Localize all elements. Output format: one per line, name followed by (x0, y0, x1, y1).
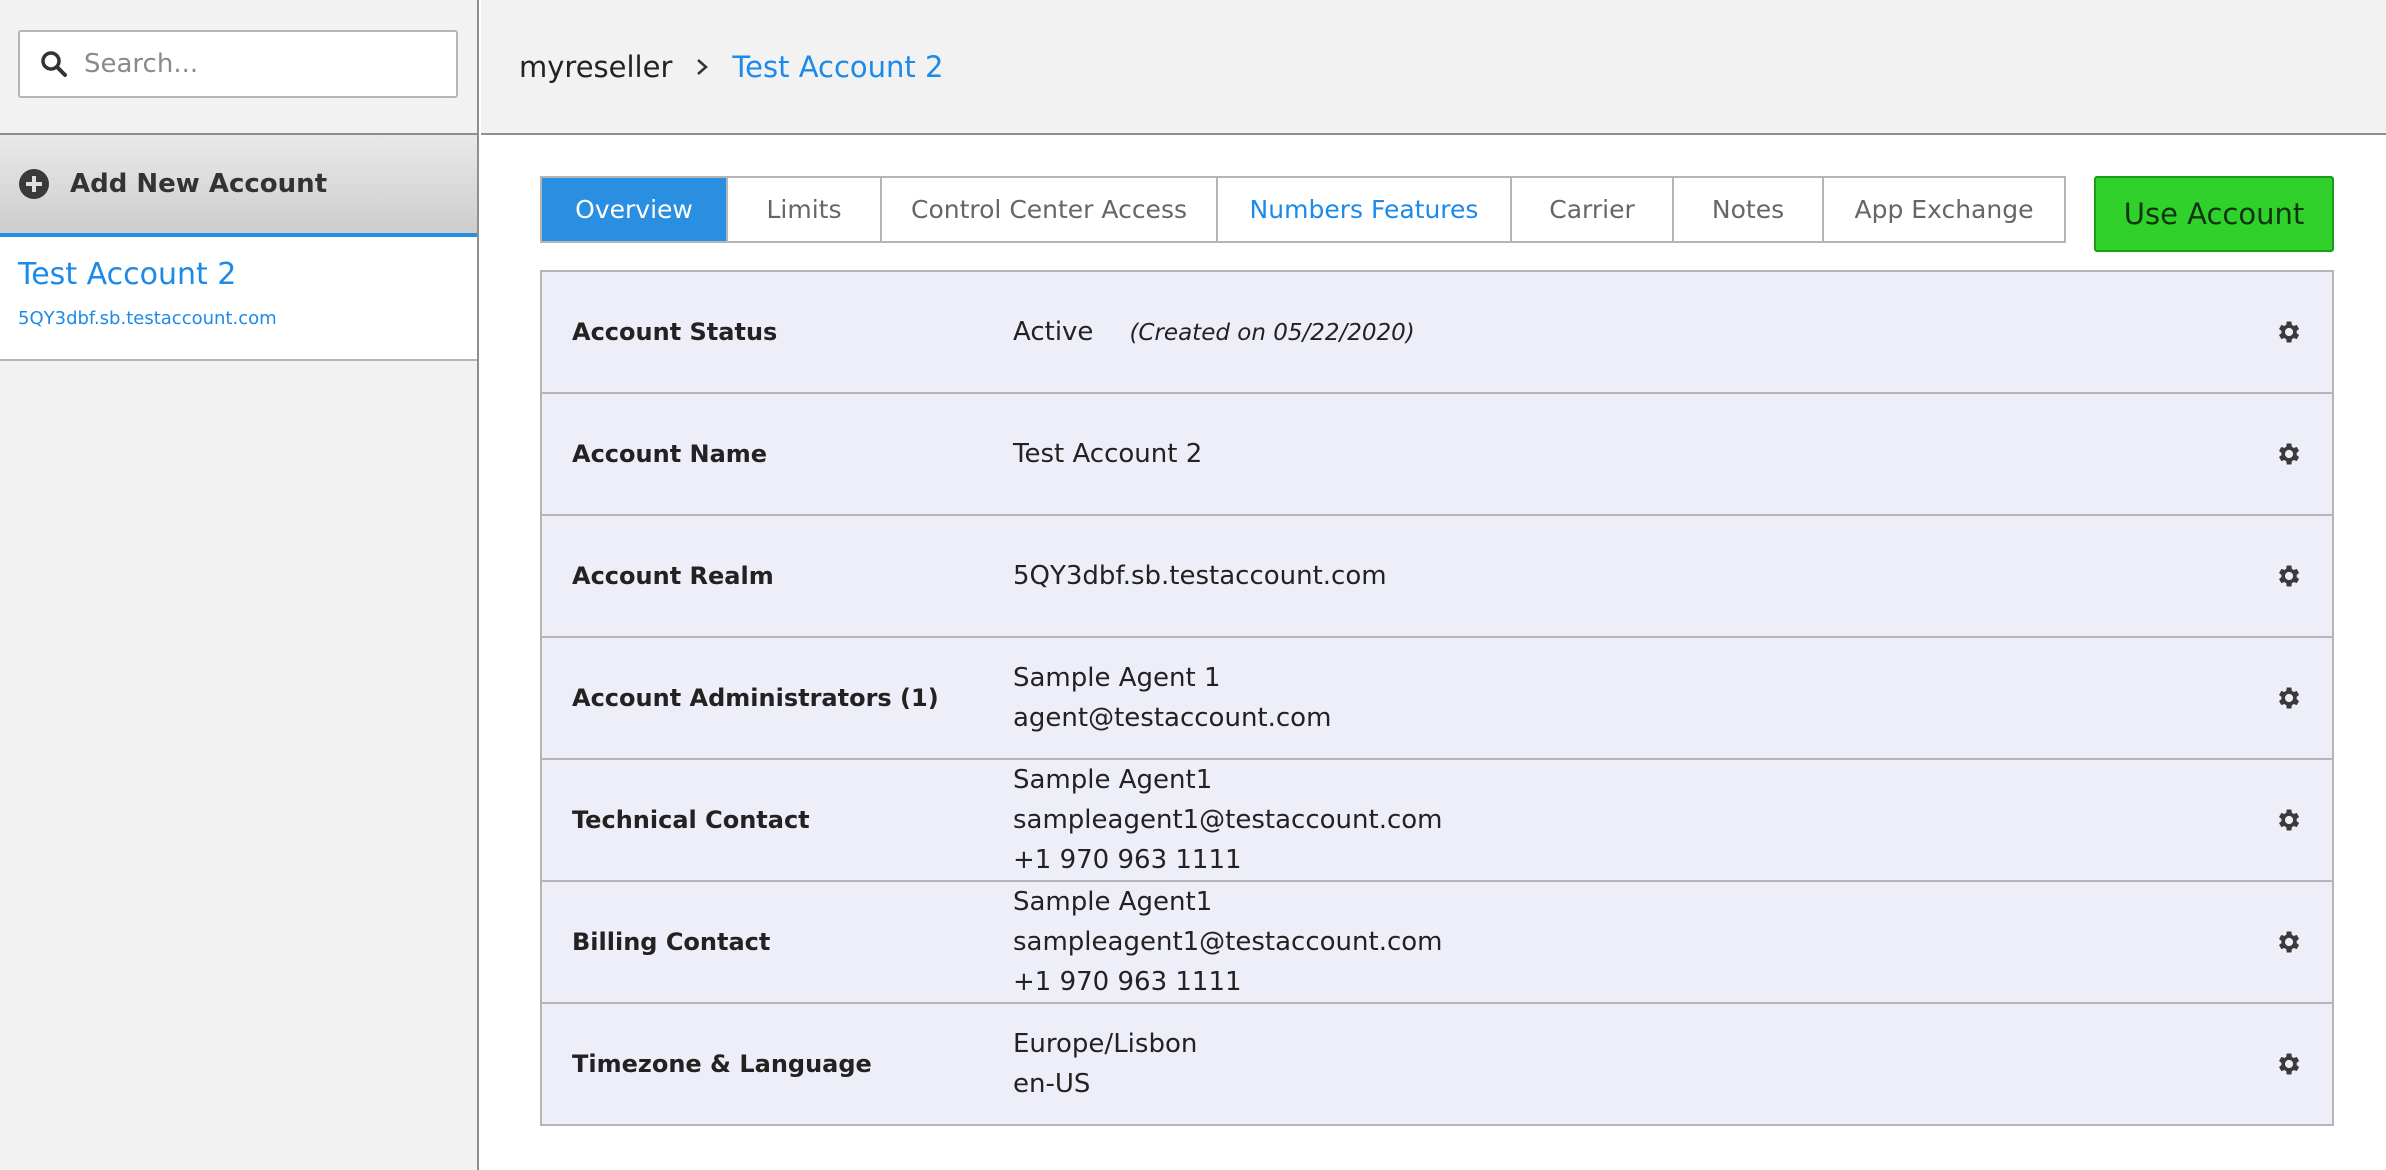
technical-contact-phone: +1 970 963 1111 (1013, 845, 1242, 875)
gear-icon[interactable] (2274, 684, 2302, 712)
plus-circle-icon (18, 168, 50, 200)
row-label: Billing Contact (572, 928, 771, 956)
row-label: Account Name (572, 440, 768, 468)
row-value: Europe/Lisbon en-US (1013, 1024, 1197, 1104)
add-new-account-button[interactable]: Add New Account (0, 135, 477, 237)
admin-email: agent@testaccount.com (1013, 703, 1332, 733)
tab-limits[interactable]: Limits (728, 178, 882, 241)
tab-numbers-features[interactable]: Numbers Features (1218, 178, 1512, 241)
technical-contact-email: sampleagent1@testaccount.com (1013, 805, 1443, 835)
breadcrumb-current[interactable]: Test Account 2 (732, 50, 943, 84)
detail-row-timezone-language: Timezone & Language Europe/Lisbon en-US (542, 1004, 2332, 1124)
row-label: Account Status (572, 318, 778, 346)
row-value: Sample Agent1 sampleagent1@testaccount.c… (1013, 882, 1442, 1002)
detail-row-account-name: Account Name Test Account 2 (542, 394, 2332, 516)
created-date: (Created on 05/22/2020) (1129, 319, 1415, 346)
breadcrumb: myreseller Test Account 2 (481, 0, 2386, 135)
timezone-value: Europe/Lisbon (1013, 1029, 1198, 1059)
detail-row-technical-contact: Technical Contact Sample Agent1 sampleag… (542, 760, 2332, 882)
technical-contact-name: Sample Agent1 (1013, 765, 1213, 795)
row-label: Timezone & Language (572, 1050, 872, 1078)
search-icon (34, 44, 74, 84)
row-value: Sample Agent 1 agent@testaccount.com (1013, 658, 1331, 738)
gear-icon[interactable] (2274, 806, 2302, 834)
row-label: Technical Contact (572, 806, 810, 834)
search-input[interactable] (84, 49, 454, 79)
gear-icon[interactable] (2274, 928, 2302, 956)
gear-icon[interactable] (2274, 440, 2302, 468)
chevron-right-icon (692, 57, 712, 77)
billing-contact-name: Sample Agent1 (1013, 887, 1213, 917)
row-value: Active (Created on 05/22/2020) (1013, 312, 1415, 353)
search-area (0, 0, 477, 135)
account-realm-value: 5QY3dbf.sb.testaccount.com (1013, 561, 1387, 591)
language-value: en-US (1013, 1069, 1091, 1099)
account-status-value: Active (1013, 316, 1094, 347)
account-name-value: Test Account 2 (1013, 439, 1203, 469)
breadcrumb-root[interactable]: myreseller (519, 50, 672, 84)
gear-icon[interactable] (2274, 1050, 2302, 1078)
use-account-button[interactable]: Use Account (2094, 176, 2334, 252)
gear-icon[interactable] (2274, 318, 2302, 346)
gear-icon[interactable] (2274, 562, 2302, 590)
search-box[interactable] (18, 30, 458, 98)
detail-row-account-status: Account Status Active (Created on 05/22/2… (542, 272, 2332, 394)
tab-bar: Overview Limits Control Center Access Nu… (540, 176, 2066, 243)
tab-carrier[interactable]: Carrier (1512, 178, 1674, 241)
detail-row-account-realm: Account Realm 5QY3dbf.sb.testaccount.com (542, 516, 2332, 638)
row-label: Account Realm (572, 562, 774, 590)
tab-app-exchange[interactable]: App Exchange (1824, 178, 2064, 241)
billing-contact-phone: +1 970 963 1111 (1013, 967, 1242, 997)
sidebar-account-item[interactable]: Test Account 2 5QY3dbf.sb.testaccount.co… (0, 237, 477, 361)
add-new-account-label: Add New Account (70, 169, 328, 199)
row-label: Account Administrators (1) (572, 684, 939, 712)
sidebar-account-name: Test Account 2 (18, 257, 237, 292)
billing-contact-email: sampleagent1@testaccount.com (1013, 927, 1443, 957)
tab-notes[interactable]: Notes (1674, 178, 1824, 241)
sidebar-account-realm: 5QY3dbf.sb.testaccount.com (18, 308, 277, 329)
detail-row-account-administrators: Account Administrators (1) Sample Agent … (542, 638, 2332, 760)
tab-control-center-access[interactable]: Control Center Access (882, 178, 1218, 241)
account-details-table: Account Status Active (Created on 05/22/2… (540, 270, 2334, 1126)
tab-overview[interactable]: Overview (542, 178, 728, 241)
sidebar: Add New Account Test Account 2 5QY3dbf.s… (0, 0, 479, 1170)
row-value: Sample Agent1 sampleagent1@testaccount.c… (1013, 760, 1442, 880)
detail-row-billing-contact: Billing Contact Sample Agent1 sampleagen… (542, 882, 2332, 1004)
admin-name: Sample Agent 1 (1013, 663, 1221, 693)
